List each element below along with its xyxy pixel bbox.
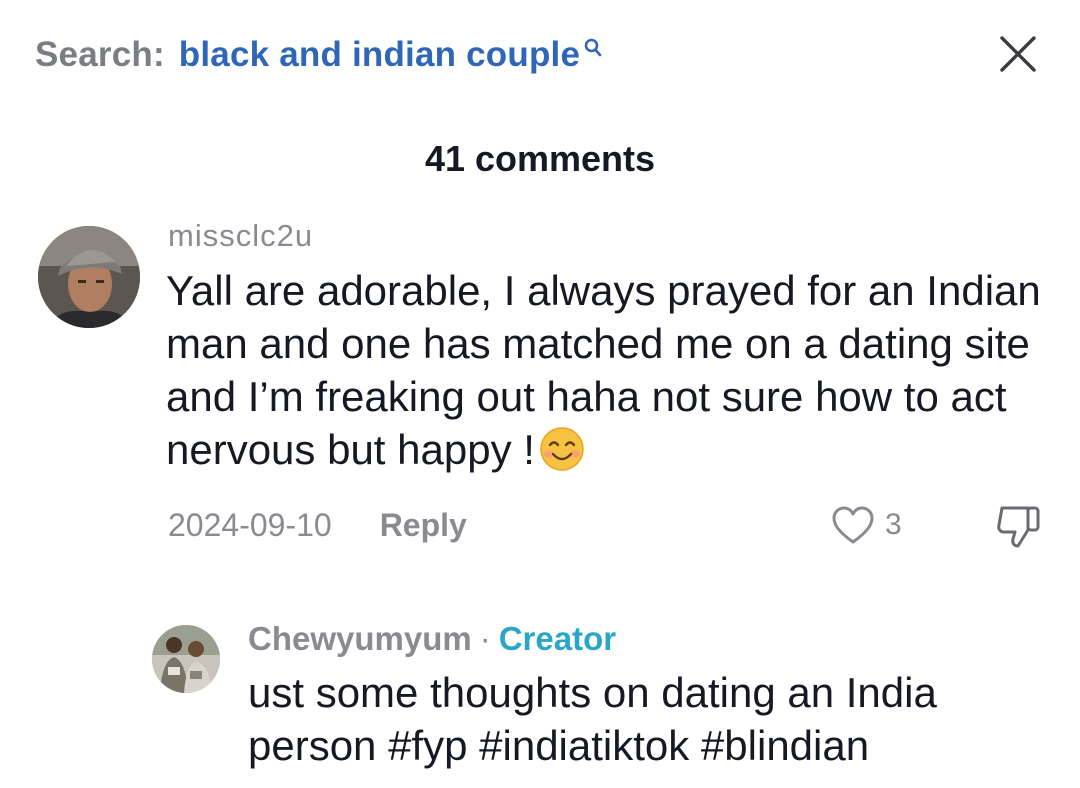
like-count: 3 — [885, 508, 902, 541]
close-icon[interactable] — [998, 34, 1038, 74]
comment-date: 2024-09-10 — [168, 506, 332, 543]
dislike-button[interactable] — [994, 502, 1044, 550]
comment-text-body: Yall are adorable, I always prayed for a… — [166, 267, 1041, 473]
comments-sheet: Search: black and indian couple 41 comme… — [0, 0, 1080, 788]
search-icon[interactable] — [584, 27, 602, 67]
reply-text: ust some thoughts on dating an India per… — [248, 669, 937, 769]
thumbs-down-icon[interactable] — [994, 502, 1044, 550]
search-header[interactable]: Search: black and indian couple — [35, 30, 602, 80]
search-prefix-label: Search: — [35, 35, 165, 74]
heart-icon[interactable] — [831, 505, 875, 545]
comments-count-title: 41 comments — [424, 138, 656, 179]
comment-text: Yall are adorable, I always prayed for a… — [166, 264, 1056, 476]
close-button[interactable] — [996, 32, 1040, 76]
creator-badge: Creator — [498, 620, 617, 657]
reply-username[interactable]: Chewyumyum — [248, 620, 472, 658]
comment-username[interactable]: missclc2u — [168, 218, 313, 254]
avatar[interactable] — [38, 226, 140, 328]
search-query-link[interactable]: black and indian couple — [179, 35, 580, 75]
smiling-face-emoji-icon — [539, 426, 585, 472]
like-button[interactable]: 3 — [831, 503, 902, 547]
creator-avatar[interactable] — [152, 625, 220, 693]
reply-header: Chewyumyum · Creator — [248, 618, 616, 660]
separator-dot: · — [479, 620, 491, 657]
reply-button[interactable]: Reply — [380, 507, 467, 544]
comment-meta: 2024-09-10 Reply — [168, 503, 467, 547]
